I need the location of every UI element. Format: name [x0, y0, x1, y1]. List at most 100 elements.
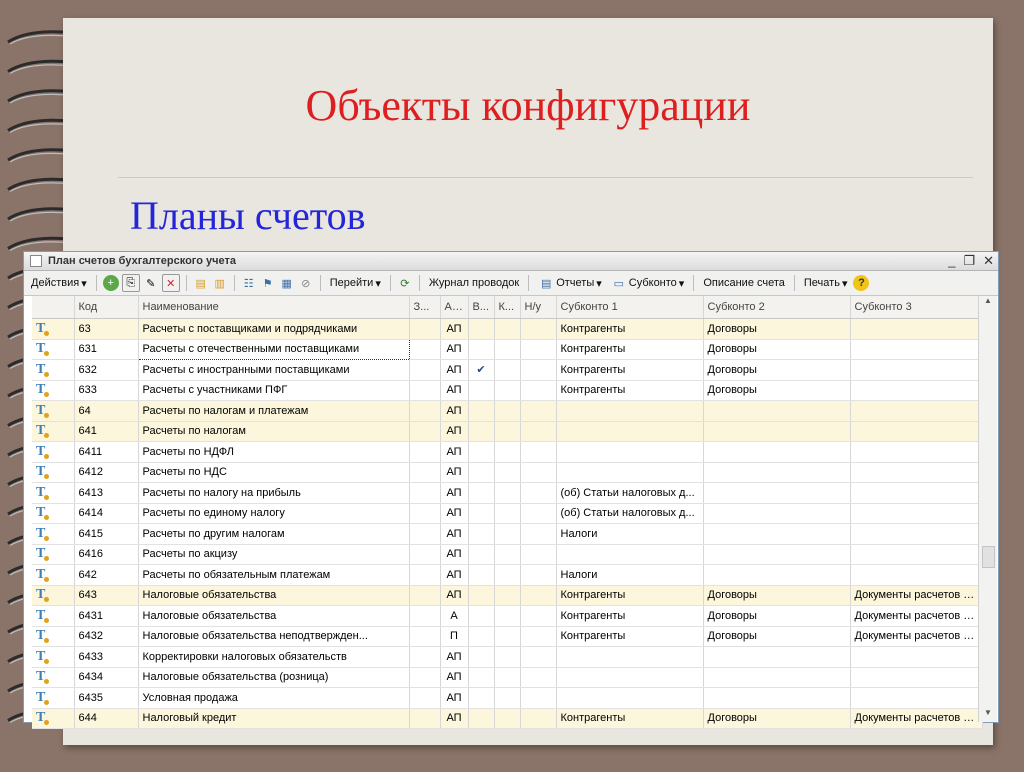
journal-button[interactable]: Журнал проводок [426, 277, 522, 289]
cell-v [468, 687, 495, 709]
table-row[interactable]: Т 6433 Корректировки налоговых обязательст… [32, 646, 983, 668]
close-button[interactable]: ✕ [983, 253, 994, 269]
table-row[interactable]: Т 6412 Расчеты по НДС АП [32, 462, 983, 483]
account-icon: Т [32, 482, 75, 504]
cell-name: Расчеты по НДФЛ [138, 441, 410, 463]
account-icon: Т [32, 708, 75, 729]
set-group-icon[interactable]: ▤ [193, 275, 209, 291]
edit-icon[interactable]: ✎ [143, 275, 159, 291]
account-description-button[interactable]: Описание счета [700, 277, 788, 289]
cell-v [468, 708, 495, 729]
dropdown-arrow-icon: ▾ [81, 277, 87, 290]
column-header[interactable]: К... [494, 296, 521, 319]
toolbar-separator [793, 275, 795, 291]
scroll-thumb[interactable] [982, 546, 995, 568]
table-row[interactable]: Т 6411 Расчеты по НДФЛ АП [32, 441, 983, 463]
column-header[interactable]: З... [409, 296, 441, 319]
column-header[interactable] [32, 296, 75, 319]
column-header[interactable]: Код [74, 296, 139, 319]
cell-name: Расчеты по акцизу [138, 544, 410, 565]
table-row[interactable]: Т 633 Расчеты с участниками ПФГ АП Контраген… [32, 380, 983, 401]
table-row[interactable]: Т 63 Расчеты с поставщиками и подрядчиками… [32, 318, 983, 340]
cell-v [468, 503, 495, 524]
cell-code: 64 [74, 400, 139, 422]
table-row[interactable]: Т 631 Расчеты с отечественными поставщикам… [32, 338, 983, 360]
cell-v: ✔ [468, 359, 495, 381]
actions-menu[interactable]: Действия ▾ [28, 277, 90, 290]
subconto-menu[interactable]: ▭ Субконто ▾ [608, 275, 688, 291]
table-row[interactable]: Т 6415 Расчеты по другим налогам АП Налоги [32, 523, 983, 545]
cell-v [468, 421, 495, 442]
account-icon: Т [32, 646, 75, 668]
delete-icon[interactable]: ✕ [161, 274, 180, 292]
table-row[interactable]: Т 644 Налоговый кредит АП Контрагенты Договор… [32, 708, 983, 729]
column-header[interactable]: Субконто 2 [703, 296, 851, 319]
table-row[interactable]: Т 642 Расчеты по обязательным платежам АП На… [32, 564, 983, 586]
account-type-icon: Т [36, 689, 46, 705]
table-row[interactable]: Т 6414 Расчеты по единому налогу АП (об) Ста… [32, 503, 983, 524]
scroll-down-icon[interactable]: ▼ [979, 708, 997, 722]
filter-icon[interactable]: ⚑ [260, 275, 276, 291]
cell-z [409, 482, 441, 504]
cell-k [494, 523, 521, 545]
goto-menu[interactable]: Перейти ▾ [327, 277, 384, 290]
minimize-button[interactable]: _ [948, 253, 955, 269]
cell-code: 6433 [74, 646, 139, 668]
vertical-scrollbar[interactable]: ▲ ▼ [978, 296, 997, 722]
copy-icon[interactable]: ⎘ [121, 274, 140, 292]
hierarchy-icon[interactable]: ☷ [241, 275, 257, 291]
cell-nu [520, 462, 557, 483]
table-row[interactable]: Т 6413 Расчеты по налогу на прибыль АП (об) … [32, 482, 983, 504]
toolbar-separator [185, 275, 187, 291]
grid-header-row: Код Наименование З... Акт. В... К... Н/у Субкон… [32, 296, 983, 319]
cell-nu [520, 318, 557, 340]
table-row[interactable]: Т 643 Налоговые обязательства АП Контрагенты… [32, 585, 983, 606]
cell-act: АП [440, 646, 469, 668]
cell-nu [520, 441, 557, 463]
cell-nu [520, 380, 557, 401]
table-row[interactable]: Т 6435 Условная продажа АП [32, 687, 983, 709]
table-row[interactable]: Т 64 Расчеты по налогам и платежам АП [32, 400, 983, 422]
cell-z [409, 605, 441, 627]
toolbar-separator [528, 275, 530, 291]
column-header[interactable]: В... [468, 296, 495, 319]
list-options-icon[interactable]: ▦ [279, 275, 295, 291]
table-row[interactable]: Т 632 Расчеты с иностранными поставщиками А… [32, 359, 983, 381]
cell-v [468, 523, 495, 545]
table-row[interactable]: Т 6432 Налоговые обязательства неподтвержд… [32, 626, 983, 647]
cell-s1 [556, 400, 704, 422]
refresh-icon[interactable]: ⟳ [397, 275, 413, 291]
column-header[interactable]: Субконто 1 [556, 296, 704, 319]
cell-code: 632 [74, 359, 139, 381]
cell-s2 [703, 523, 851, 545]
column-header[interactable]: Акт. [440, 296, 469, 319]
toolbar-separator [233, 275, 235, 291]
column-header[interactable]: Наименование [138, 296, 410, 319]
cell-k [494, 708, 521, 729]
window-titlebar[interactable]: План счетов бухгалтерского учета _ ❐ ✕ [24, 252, 998, 271]
clear-filter-icon[interactable]: ⊘ [298, 275, 314, 291]
account-type-icon: Т [36, 382, 46, 398]
move-to-group-icon[interactable]: ▥ [212, 275, 228, 291]
cell-z [409, 626, 441, 647]
table-row[interactable]: Т 641 Расчеты по налогам АП [32, 421, 983, 442]
cell-nu [520, 626, 557, 647]
maximize-button[interactable]: ❐ [963, 253, 975, 269]
scroll-up-icon[interactable]: ▲ [979, 296, 997, 310]
column-header[interactable]: Субконто 3 [850, 296, 983, 319]
cell-k [494, 380, 521, 401]
cell-name: Расчеты по обязательным платежам [138, 564, 410, 586]
table-row[interactable]: Т 6416 Расчеты по акцизу АП [32, 544, 983, 565]
cell-name: Налоговые обязательства [138, 605, 410, 627]
cell-s2 [703, 441, 851, 463]
table-row[interactable]: Т 6434 Налоговые обязательства (розница) АП [32, 667, 983, 688]
help-icon[interactable]: ? [853, 275, 870, 291]
add-icon[interactable]: + [102, 275, 119, 291]
cell-s1 [556, 646, 704, 668]
cell-k [494, 564, 521, 586]
reports-menu[interactable]: ▤ Отчеты ▾ [535, 275, 605, 291]
column-header[interactable]: Н/у [520, 296, 557, 319]
print-menu[interactable]: Печать ▾ [801, 277, 851, 290]
account-type-icon: Т [36, 710, 46, 726]
table-row[interactable]: Т 6431 Налоговые обязательства А Контрагенты… [32, 605, 983, 627]
